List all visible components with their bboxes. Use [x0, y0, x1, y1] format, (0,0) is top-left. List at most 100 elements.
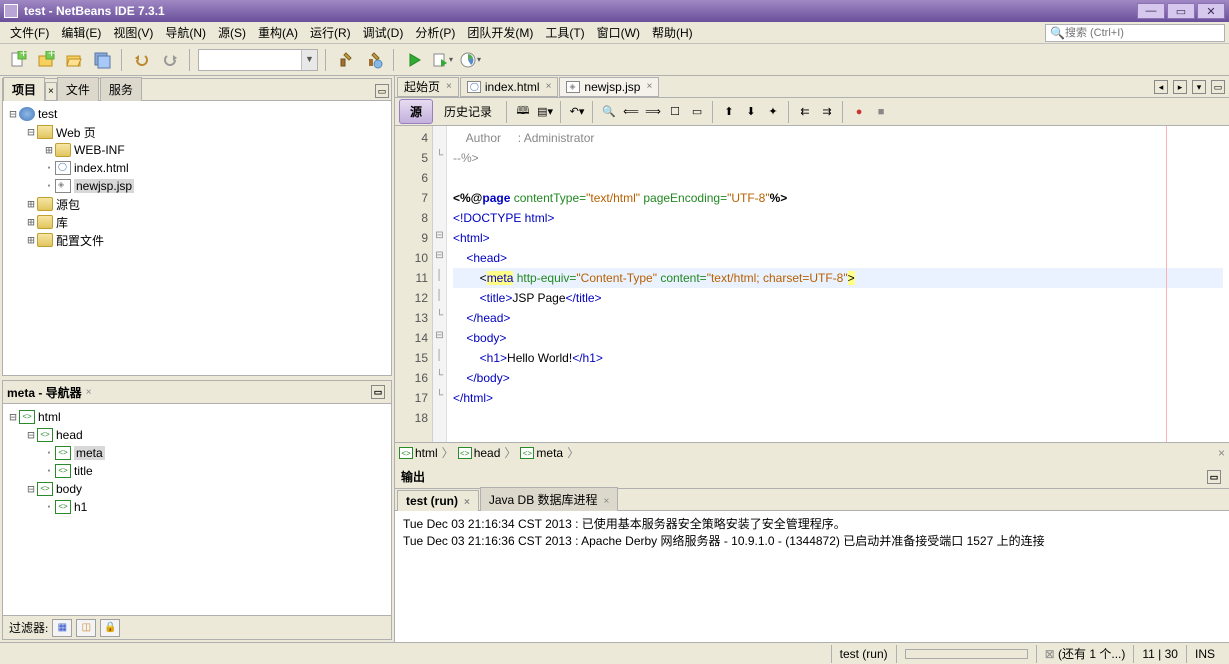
- tab-projects-close[interactable]: ×: [45, 82, 57, 100]
- toggle-highlight-button[interactable]: ☐: [665, 102, 685, 122]
- run-button[interactable]: [402, 48, 426, 72]
- bc-head[interactable]: <>head: [458, 446, 501, 460]
- new-file-button[interactable]: +: [6, 48, 30, 72]
- navigator-minimize-button[interactable]: ▭: [371, 385, 385, 399]
- tree-conf[interactable]: 配置文件: [56, 232, 104, 249]
- find-sel-button[interactable]: 🔍: [599, 102, 619, 122]
- save-all-button[interactable]: [90, 48, 114, 72]
- menu-tools[interactable]: 工具(T): [539, 22, 590, 43]
- bc-html[interactable]: <>html: [399, 446, 438, 460]
- menu-file[interactable]: 文件(F): [4, 22, 55, 43]
- minimize-button[interactable]: —: [1137, 3, 1165, 19]
- dropdown-tabs-button[interactable]: ▾: [1192, 80, 1206, 94]
- project-tree[interactable]: ⊟test ⊟Web 页 ⊞WEB-INF ·index.html ·newjs…: [3, 101, 391, 375]
- source-view-button[interactable]: 源: [399, 99, 433, 124]
- bc-meta[interactable]: <>meta: [520, 446, 563, 460]
- macro-rec-button[interactable]: ●: [849, 102, 869, 122]
- filter-btn-1[interactable]: ▦: [52, 619, 72, 637]
- last-edit-button[interactable]: 🕮: [513, 102, 533, 122]
- maximize-button[interactable]: ▭: [1167, 3, 1195, 19]
- menu-refactor[interactable]: 重构(A): [252, 22, 304, 43]
- clean-build-button[interactable]: [362, 48, 386, 72]
- bc-close[interactable]: ×: [1218, 446, 1225, 460]
- tab-projects[interactable]: 项目: [3, 77, 45, 101]
- etab-index-close[interactable]: ×: [546, 81, 552, 92]
- maximize-editor-button[interactable]: ▭: [1211, 80, 1225, 94]
- menu-team[interactable]: 团队开发(M): [461, 22, 539, 43]
- etab-newjsp[interactable]: newjsp.jsp×: [559, 77, 659, 97]
- fold-column[interactable]: └⊟⊟││└⊟│└└: [433, 126, 447, 442]
- menu-navigate[interactable]: 导航(N): [159, 22, 212, 43]
- profile-button[interactable]: ▾: [458, 48, 482, 72]
- etab-start-close[interactable]: ×: [446, 81, 452, 92]
- menu-profile[interactable]: 分析(P): [409, 22, 461, 43]
- nav-body[interactable]: body: [56, 482, 82, 496]
- menubar: 文件(F) 编辑(E) 视图(V) 导航(N) 源(S) 重构(A) 运行(R)…: [0, 22, 1229, 44]
- filter-btn-3[interactable]: 🔒: [100, 619, 120, 637]
- nav-html[interactable]: html: [38, 410, 61, 424]
- menu-debug[interactable]: 调试(D): [357, 22, 410, 43]
- back-button[interactable]: ↶▾: [567, 102, 587, 122]
- scroll-left-button[interactable]: ◂: [1154, 80, 1168, 94]
- status-ins[interactable]: INS: [1186, 645, 1223, 663]
- undo-button[interactable]: [130, 48, 154, 72]
- menu-window[interactable]: 窗口(W): [591, 22, 646, 43]
- find-prev-button[interactable]: ⟸: [621, 102, 641, 122]
- close-button[interactable]: ✕: [1197, 3, 1225, 19]
- menu-view[interactable]: 视图(V): [107, 22, 159, 43]
- menu-help[interactable]: 帮助(H): [646, 22, 699, 43]
- out-tab-db[interactable]: Java DB 数据库进程×: [480, 487, 619, 511]
- debug-button[interactable]: ▾: [430, 48, 454, 72]
- output-body[interactable]: Tue Dec 03 21:16:34 CST 2013 : 已使用基本服务器安…: [395, 511, 1229, 642]
- tree-index[interactable]: index.html: [74, 161, 129, 175]
- tree-root[interactable]: test: [38, 107, 57, 121]
- navigator-tree[interactable]: ⊟<>html ⊟<>head ·<>meta ·<>title ⊟<>body…: [3, 404, 391, 615]
- macro-stop-button[interactable]: ■: [871, 102, 891, 122]
- menu-run[interactable]: 运行(R): [304, 22, 357, 43]
- find-next-button[interactable]: ⟹: [643, 102, 663, 122]
- status-stop-icon[interactable]: ⊠: [1045, 647, 1055, 661]
- line-gutter: 456789101112131415161718: [395, 126, 433, 442]
- toggle-rect-button[interactable]: ▭: [687, 102, 707, 122]
- menu-edit[interactable]: 编辑(E): [55, 22, 107, 43]
- search-input[interactable]: [1065, 27, 1220, 39]
- etab-index[interactable]: index.html×: [460, 77, 559, 97]
- panel-minimize-button[interactable]: ▭: [375, 84, 389, 98]
- code-editor[interactable]: 456789101112131415161718 └⊟⊟││└⊟│└└ Auth…: [395, 126, 1229, 442]
- editor-tabs: 起始页× index.html× newjsp.jsp× ◂ ▸ ▾ ▭: [395, 76, 1229, 98]
- config-combo[interactable]: ▼: [198, 49, 318, 71]
- tab-services[interactable]: 服务: [100, 77, 142, 101]
- output-panel: 输出▭ test (run)× Java DB 数据库进程× Tue Dec 0…: [395, 462, 1229, 642]
- nav-h1[interactable]: h1: [74, 500, 87, 514]
- nav-meta[interactable]: meta: [74, 446, 105, 460]
- tab-files[interactable]: 文件: [57, 77, 99, 101]
- filter-btn-2[interactable]: ◫: [76, 619, 96, 637]
- redo-button[interactable]: [158, 48, 182, 72]
- output-minimize-button[interactable]: ▭: [1207, 470, 1221, 484]
- open-project-button[interactable]: [62, 48, 86, 72]
- tree-lib[interactable]: 库: [56, 214, 68, 231]
- tree-src[interactable]: 源包: [56, 196, 80, 213]
- build-button[interactable]: [334, 48, 358, 72]
- shift-left-button[interactable]: ⇇: [795, 102, 815, 122]
- new-project-button[interactable]: +: [34, 48, 58, 72]
- scroll-right-button[interactable]: ▸: [1173, 80, 1187, 94]
- search-box[interactable]: 🔍: [1045, 24, 1225, 42]
- etab-newjsp-close[interactable]: ×: [646, 81, 652, 92]
- tree-newjsp[interactable]: newjsp.jsp: [74, 179, 134, 193]
- next-bookmark-button[interactable]: ⬇: [741, 102, 761, 122]
- nav-title[interactable]: title: [74, 464, 93, 478]
- prev-bookmark-button[interactable]: ⬆: [719, 102, 739, 122]
- etab-start[interactable]: 起始页×: [397, 77, 459, 97]
- tree-web[interactable]: Web 页: [56, 124, 96, 141]
- menu-source[interactable]: 源(S): [212, 22, 252, 43]
- diff-button[interactable]: ▤▾: [535, 102, 555, 122]
- shift-right-button[interactable]: ⇉: [817, 102, 837, 122]
- navigator-close[interactable]: ×: [86, 387, 92, 398]
- toggle-bookmark-button[interactable]: ✦: [763, 102, 783, 122]
- nav-head[interactable]: head: [56, 428, 83, 442]
- tree-webinf[interactable]: WEB-INF: [74, 143, 125, 157]
- out-tab-run[interactable]: test (run)×: [397, 490, 479, 511]
- history-view-button[interactable]: 历史记录: [435, 99, 501, 124]
- status-more[interactable]: (还有 1 个...): [1058, 645, 1125, 662]
